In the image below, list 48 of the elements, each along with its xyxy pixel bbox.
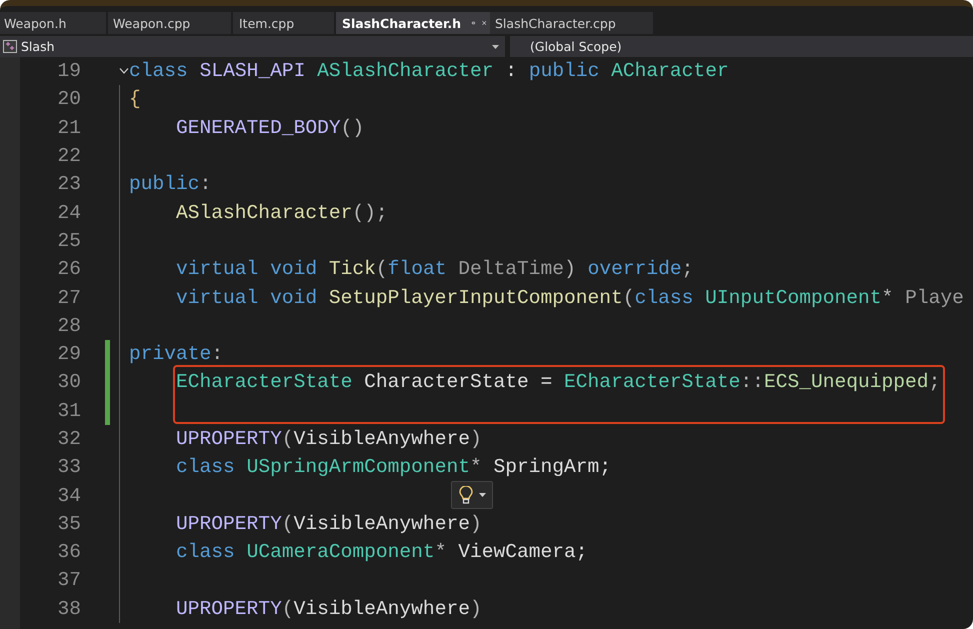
line-number: 35 [56,512,81,535]
project-icon [3,40,17,53]
line-number: 19 [56,60,81,82]
file-tab[interactable]: SlashCharacter.h [336,12,490,34]
line-number: 24 [56,202,81,224]
code-line: private: [129,343,224,366]
code-line: class USpringArmComponent* SpringArm; [175,456,612,478]
line-number: 30 [56,371,81,394]
file-tab[interactable]: Item.cpp [233,12,334,34]
code-line: GENERATED_BODY() [175,116,364,139]
line-number: 36 [56,541,81,564]
line-number: 25 [56,230,81,252]
caret-icon [492,44,499,48]
code-line: UPROPERTY(VisibleAnywhere) [175,512,482,535]
line-number: 38 [56,598,81,620]
file-tab[interactable]: Weapon.h [0,12,106,34]
line-number: 23 [56,173,81,196]
code-line: ASlashCharacter(); [175,202,388,224]
line-number: 22 [56,145,81,168]
line-number: 27 [56,286,81,309]
quick-actions-button[interactable] [451,481,493,510]
line-number: 32 [56,428,81,450]
code-line: class SLASH_API ASlashCharacter : public ACharacter [129,60,729,82]
line-number: 33 [56,456,81,478]
caret-icon [478,493,486,498]
code-line: UPROPERTY(VisibleAnywhere) [175,428,482,450]
close-icon[interactable] [482,18,486,28]
line-number: 28 [56,314,81,337]
code-line: virtual void Tick(float DeltaTime) override; [175,258,694,280]
lightbulb-icon [458,486,472,504]
code-line: class UCameraComponent* ViewCamera; [175,541,588,564]
code-line: ECharacterState CharacterState = ECharacterState::ECS_Unequipped; [175,371,940,394]
project-dropdown[interactable]: Slash [0,36,505,57]
file-tab[interactable]: Weapon.cpp [108,12,231,34]
line-number: 37 [56,569,81,592]
file-tab[interactable]: SlashCharacter.cpp [490,12,653,34]
line-number: 21 [56,116,81,139]
code-line: UPROPERTY(VisibleAnywhere) [175,598,482,620]
code-line: { [129,88,141,110]
code-line: virtual void SetupPlayerInputComponent(class UInputComponent* Playe [175,286,964,309]
code-line: public: [129,173,212,196]
scope-dropdown[interactable]: (Global Scope) [510,36,973,57]
line-number: 29 [56,343,81,366]
line-number: 26 [56,258,81,280]
collapse-icon[interactable] [119,68,129,74]
line-number: 20 [56,88,81,110]
line-number: 31 [56,400,81,422]
line-number: 34 [56,484,81,507]
